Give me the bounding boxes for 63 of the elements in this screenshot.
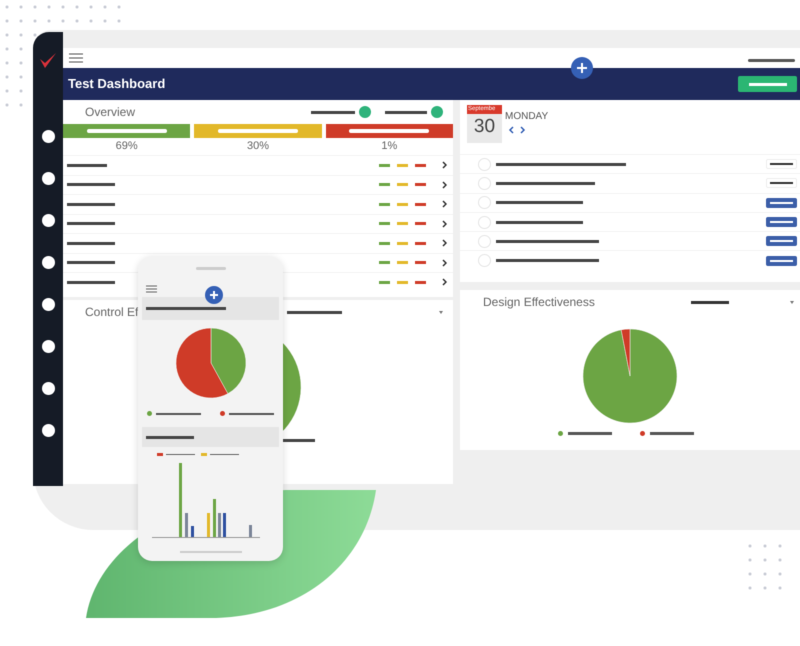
task-row[interactable]: [460, 212, 800, 232]
chevron-right-icon[interactable]: [520, 126, 526, 134]
weekday-label: MONDAY: [505, 111, 548, 123]
logo-icon: [39, 52, 57, 70]
task-row[interactable]: [460, 154, 800, 174]
chevron-right-icon: [442, 239, 447, 248]
outline-button[interactable]: [766, 159, 797, 170]
nav-item[interactable]: [42, 298, 54, 311]
caret-icon: [790, 300, 794, 304]
action-button[interactable]: [766, 217, 797, 228]
card-title: Control Ef: [85, 304, 138, 321]
legend-dot-icon: [640, 431, 645, 436]
plus-icon: [209, 290, 219, 300]
checkbox-icon[interactable]: [478, 216, 491, 229]
dashboard-title: Test Dashboard: [68, 75, 166, 94]
checkbox-icon[interactable]: [478, 254, 491, 268]
nav-item[interactable]: [42, 172, 54, 185]
action-button[interactable]: [766, 256, 797, 266]
add-button[interactable]: [205, 286, 223, 304]
plus-icon: [576, 62, 588, 74]
day-number: 30: [472, 115, 496, 139]
checkbox-icon[interactable]: [478, 176, 491, 190]
legend-placeholder: [283, 439, 315, 442]
nav-item[interactable]: [42, 130, 54, 143]
outline-button[interactable]: [766, 178, 797, 188]
nav-item[interactable]: [42, 424, 54, 437]
toggle[interactable]: [385, 106, 443, 118]
nav-item[interactable]: [42, 256, 54, 269]
nav-item[interactable]: [42, 382, 54, 395]
chevron-right-icon: [442, 161, 447, 170]
action-button[interactable]: [766, 198, 797, 208]
legend-placeholder: [650, 432, 694, 435]
percent-label: 69%: [116, 139, 138, 154]
pie-chart-drawing: [174, 327, 246, 399]
card-title: Design Effectiveness: [483, 294, 595, 311]
chevron-right-icon: [442, 220, 447, 228]
nav-item[interactable]: [42, 214, 54, 227]
chevron-right-icon: [442, 278, 447, 286]
percent-label: 30%: [246, 139, 269, 154]
checkbox-icon[interactable]: [478, 158, 491, 171]
checkbox-icon[interactable]: [478, 196, 491, 210]
checkbox-icon[interactable]: [478, 234, 491, 248]
caret-icon: [439, 310, 443, 314]
menu-icon[interactable]: [146, 284, 157, 292]
speaker-icon: [196, 266, 226, 270]
legend-dot-icon: [220, 411, 225, 416]
action-button[interactable]: [738, 76, 797, 92]
task-row[interactable]: [460, 231, 800, 250]
legend-dot-icon: [147, 411, 152, 416]
percent-label: 1%: [381, 139, 398, 154]
home-indicator: [180, 551, 242, 553]
chevron-right-icon: [442, 258, 447, 267]
action-button[interactable]: [766, 236, 797, 246]
toggle[interactable]: [311, 106, 371, 118]
user-placeholder: [748, 58, 795, 62]
card-title: Overview: [85, 104, 136, 121]
legend-dot-icon: [558, 431, 563, 436]
chevron-right-icon: [442, 200, 447, 208]
chevron-left-icon[interactable]: [508, 126, 514, 134]
nav-item[interactable]: [42, 340, 54, 353]
chevron-right-icon: [442, 180, 447, 189]
menu-icon[interactable]: [69, 53, 83, 63]
legend-placeholder: [568, 432, 612, 435]
